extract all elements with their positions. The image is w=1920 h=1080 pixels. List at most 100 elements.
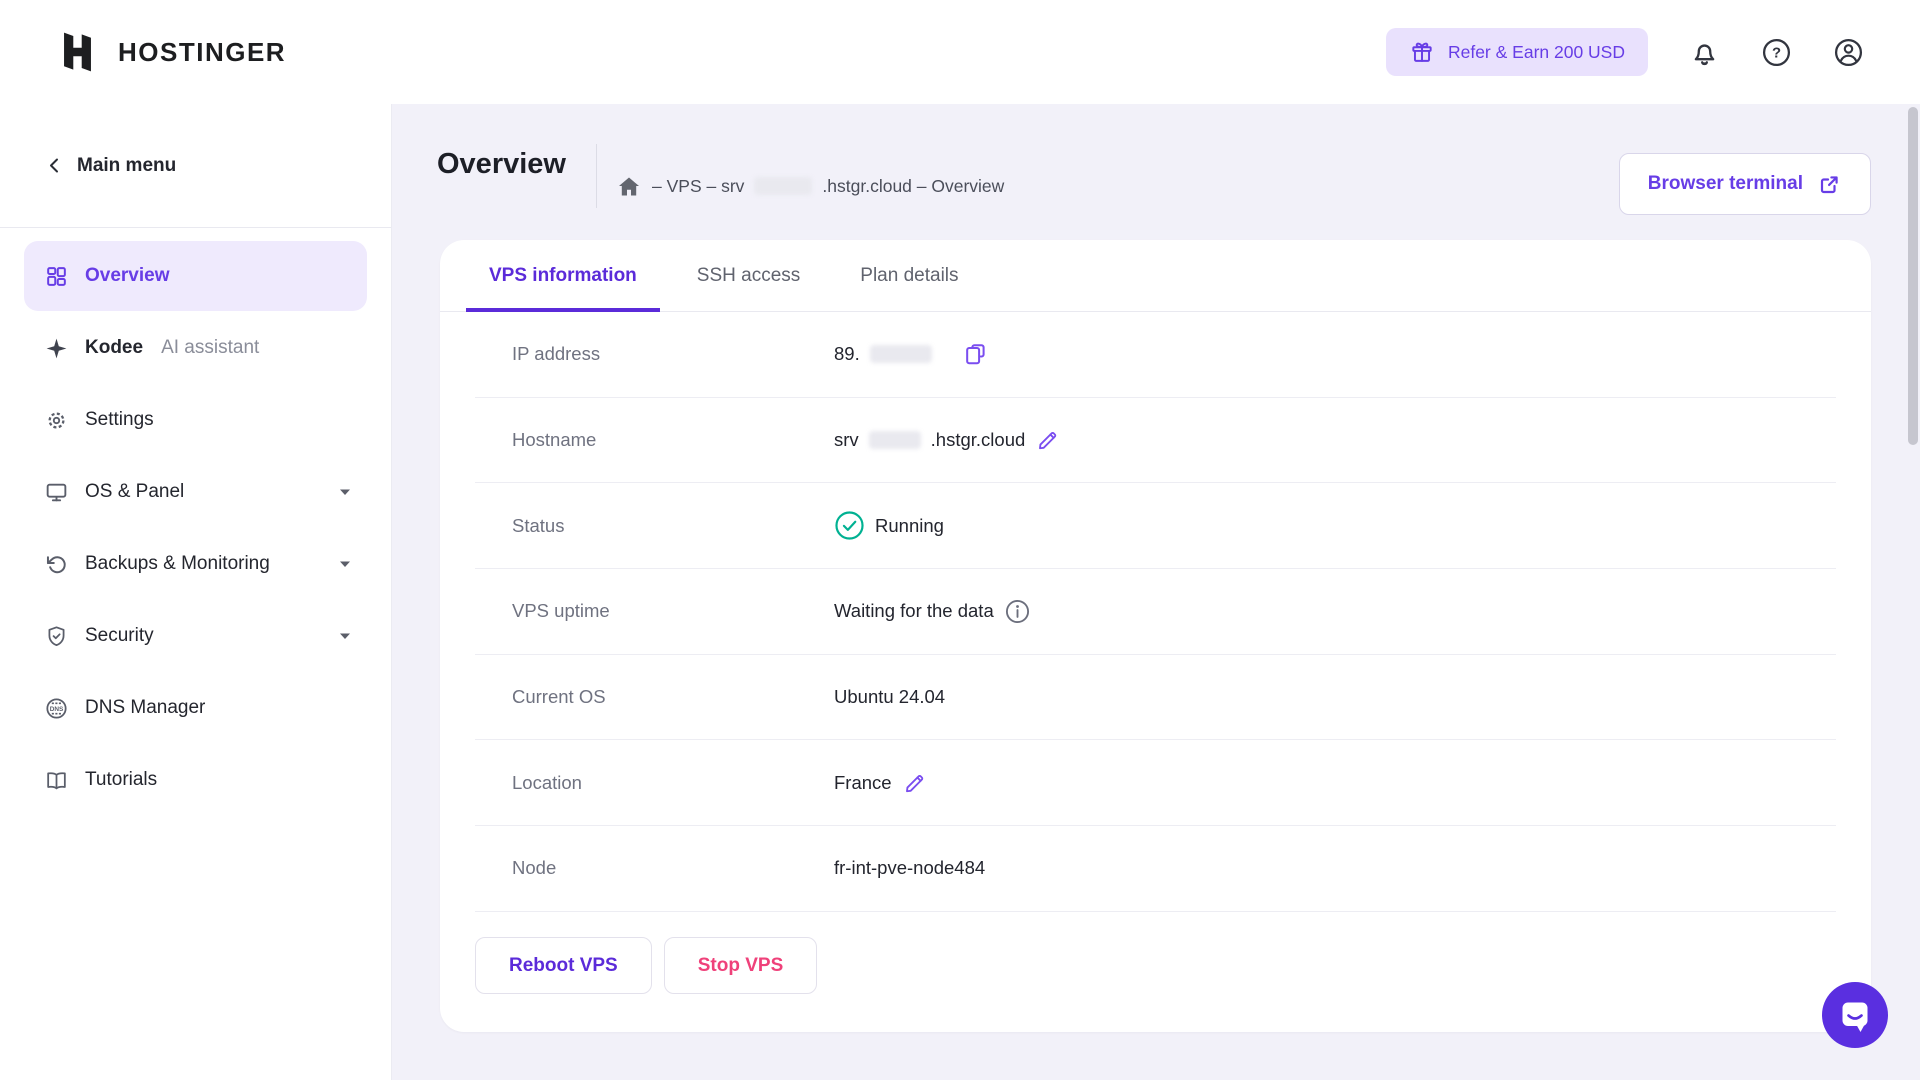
sidebar-item-settings[interactable]: Settings [24,385,367,455]
external-link-icon [1817,172,1842,197]
sidebar-item-label: Overview [85,265,170,287]
row-label: Node [512,857,556,879]
table-row-hostname: Hostname srv .hstgr.cloud [475,398,1836,484]
refer-earn-button[interactable]: Refer & Earn 200 USD [1386,28,1648,76]
status-badge: Running [875,515,944,537]
hostname-suffix: .hstgr.cloud [931,429,1026,451]
sidebar-item-label: Kodee [85,337,143,359]
chat-widget-button[interactable] [1822,982,1888,1048]
table-row-status: Status Running [475,483,1836,569]
copy-icon[interactable] [962,341,989,368]
notifications-button[interactable] [1689,37,1720,68]
browser-terminal-button[interactable]: Browser terminal [1619,153,1871,215]
page-title: Overview [437,148,566,181]
help-button[interactable]: ? [1761,37,1792,68]
sidebar-item-label: Backups & Monitoring [85,553,270,575]
node-value: fr-int-pve-node484 [834,857,985,879]
redacted-hostname [869,431,921,449]
account-button[interactable] [1833,37,1864,68]
sidebar-item-security[interactable]: Security [24,601,367,671]
vps-uptime-value: Waiting for the data [834,600,994,622]
top-right-actions: Refer & Earn 200 USD ? [1386,0,1864,104]
table-row-location: Location France [475,740,1836,826]
monitor-icon [44,480,69,505]
shield-check-icon [44,624,69,649]
breadcrumb: – VPS – srv .hstgr.cloud – Overview [616,166,1004,206]
refer-earn-label: Refer & Earn 200 USD [1448,42,1625,63]
main-menu-back[interactable]: Main menu [0,104,391,228]
sidebar-item-overview[interactable]: Overview [24,241,367,311]
vps-actions: Reboot VPS Stop VPS [475,937,817,994]
location-value: France [834,772,892,794]
breadcrumb-text-left: – VPS – srv [652,176,744,197]
check-circle-icon [834,510,865,541]
main-menu-label: Main menu [77,155,176,177]
book-icon [44,768,69,793]
kodee-sparkle-icon [44,336,69,361]
current-os-value: Ubuntu 24.04 [834,686,945,708]
hostinger-logo[interactable]: HOSTINGER [59,0,286,104]
svg-text:DNS: DNS [50,705,64,712]
chevron-down-icon [339,632,351,640]
sidebar-item-label: OS & Panel [85,481,184,503]
info-icon[interactable] [1004,598,1031,625]
sidebar-item-label: Security [85,625,154,647]
sidebar-item-dns-manager[interactable]: DNS DNS Manager [24,673,367,743]
restore-icon [44,552,69,577]
breadcrumb-text-right: .hstgr.cloud – Overview [822,176,1004,197]
sidebar-item-label: Settings [85,409,154,431]
row-label: Status [512,515,564,537]
table-row-node: Node fr-int-pve-node484 [475,826,1836,912]
gift-icon [1409,39,1435,65]
avatar-icon [1833,37,1864,68]
sidebar-item-label: DNS Manager [85,697,205,719]
tab-bar: VPS information SSH access Plan details [440,240,1871,312]
tab-ssh-access[interactable]: SSH access [674,240,823,311]
sidebar-item-backups-monitoring[interactable]: Backups & Monitoring [24,529,367,599]
chevron-left-icon [46,157,62,174]
hostinger-logo-icon [59,31,96,73]
tab-vps-information[interactable]: VPS information [466,240,660,311]
redacted-hostname [754,177,812,195]
brand-name: HOSTINGER [118,37,286,68]
top-bar: HOSTINGER Refer & Earn 200 USD [0,0,1920,104]
edit-icon[interactable] [902,770,928,796]
sidebar-nav: Overview Kodee AI assistant Settings [0,228,391,815]
chat-bubble-icon [1822,982,1888,1048]
reboot-vps-button[interactable]: Reboot VPS [475,937,652,994]
sidebar-item-os-panel[interactable]: OS & Panel [24,457,367,527]
gear-icon [44,408,69,433]
title-divider [596,144,597,208]
help-icon: ? [1761,37,1792,68]
sidebar: Main menu Overview Kodee AI assistant [0,104,392,1080]
sidebar-item-kodee[interactable]: Kodee AI assistant [24,313,367,383]
hostname-prefix: srv [834,429,859,451]
row-label: IP address [512,343,600,365]
bell-icon [1689,37,1720,68]
svg-text:?: ? [1772,45,1781,61]
dns-globe-icon: DNS [44,696,69,721]
row-label: Hostname [512,429,596,451]
stop-vps-button[interactable]: Stop VPS [664,937,818,994]
vps-overview-card: VPS information SSH access Plan details … [440,240,1871,1032]
sidebar-item-label: Tutorials [85,769,157,791]
table-row-vps-uptime: VPS uptime Waiting for the data [475,569,1836,655]
redacted-ip [870,345,932,363]
dashboard-icon [44,264,69,289]
ip-address-value: 89. [834,343,860,365]
chevron-down-icon [339,488,351,496]
sidebar-item-suffix: AI assistant [161,337,259,359]
row-label: VPS uptime [512,600,610,622]
table-row-ip-address: IP address 89. [475,312,1836,398]
row-label: Current OS [512,686,606,708]
scrollbar-thumb[interactable] [1908,107,1918,445]
tab-plan-details[interactable]: Plan details [837,240,981,311]
home-icon[interactable] [616,174,642,199]
edit-icon[interactable] [1035,427,1061,453]
browser-terminal-label: Browser terminal [1648,173,1803,195]
table-row-current-os: Current OS Ubuntu 24.04 [475,655,1836,741]
main-content: Overview – VPS – srv .hstgr.cloud – Over… [392,104,1920,1080]
sidebar-item-tutorials[interactable]: Tutorials [24,745,367,815]
chevron-down-icon [339,560,351,568]
row-label: Location [512,772,582,794]
